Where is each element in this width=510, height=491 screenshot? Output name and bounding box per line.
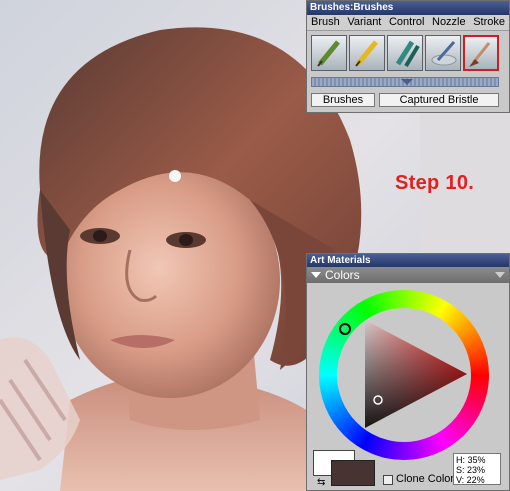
hsv-readout: H: 35% S: 23% V: 22% <box>453 453 501 485</box>
panel-menu-icon[interactable] <box>495 272 505 278</box>
brushes-panel-title: Brushes:Brushes <box>307 1 509 15</box>
clone-color-label: Clone Color <box>396 473 455 485</box>
art-materials-title: Art Materials <box>307 254 509 267</box>
menu-nozzle[interactable]: Nozzle <box>432 15 466 30</box>
brush-selector-row: Brushes Captured Bristle <box>311 93 499 107</box>
brushes-menu: Brush Variant Control Nozzle Stroke <box>307 15 509 31</box>
value-value: V: 22% <box>456 475 485 485</box>
menu-stroke[interactable]: Stroke <box>473 15 505 30</box>
colors-section-title: Colors <box>325 268 360 282</box>
hue-selector-icon <box>339 323 351 335</box>
menu-control[interactable]: Control <box>389 15 424 30</box>
swap-colors-icon[interactable]: ⇆ <box>317 478 327 488</box>
canvas[interactable]: Step 10. Brushes:Brushes Brush Variant C… <box>0 0 510 491</box>
brush-category-field[interactable]: Brushes <box>311 93 375 107</box>
menu-brush[interactable]: Brush <box>311 15 340 30</box>
saturation-value: S: 23% <box>456 465 486 475</box>
captured-bristle-icon[interactable] <box>463 35 499 71</box>
menu-variant[interactable]: Variant <box>347 15 381 30</box>
clone-color-checkbox[interactable] <box>383 475 393 485</box>
triangle-down-icon <box>311 272 321 278</box>
art-materials-panel: Art Materials Colors ⇆ Clone Color H: 35… <box>306 253 510 491</box>
brush-icon-row <box>311 35 499 75</box>
main-color-swatch[interactable] <box>331 460 375 486</box>
water-brush-icon[interactable] <box>425 35 461 71</box>
brushes-panel: Brushes:Brushes Brush Variant Control No… <box>306 0 510 113</box>
color-triangle[interactable] <box>307 284 497 474</box>
marker-brush-icon[interactable] <box>387 35 423 71</box>
step-label: Step 10. <box>395 172 475 194</box>
chevron-down-icon[interactable] <box>401 79 413 85</box>
pen-brush-icon[interactable] <box>349 35 385 71</box>
pencil-brush-icon[interactable] <box>311 35 347 71</box>
hue-value: H: 35% <box>456 455 486 465</box>
brush-variant-field[interactable]: Captured Bristle <box>379 93 499 107</box>
colors-section-header[interactable]: Colors <box>307 267 509 283</box>
